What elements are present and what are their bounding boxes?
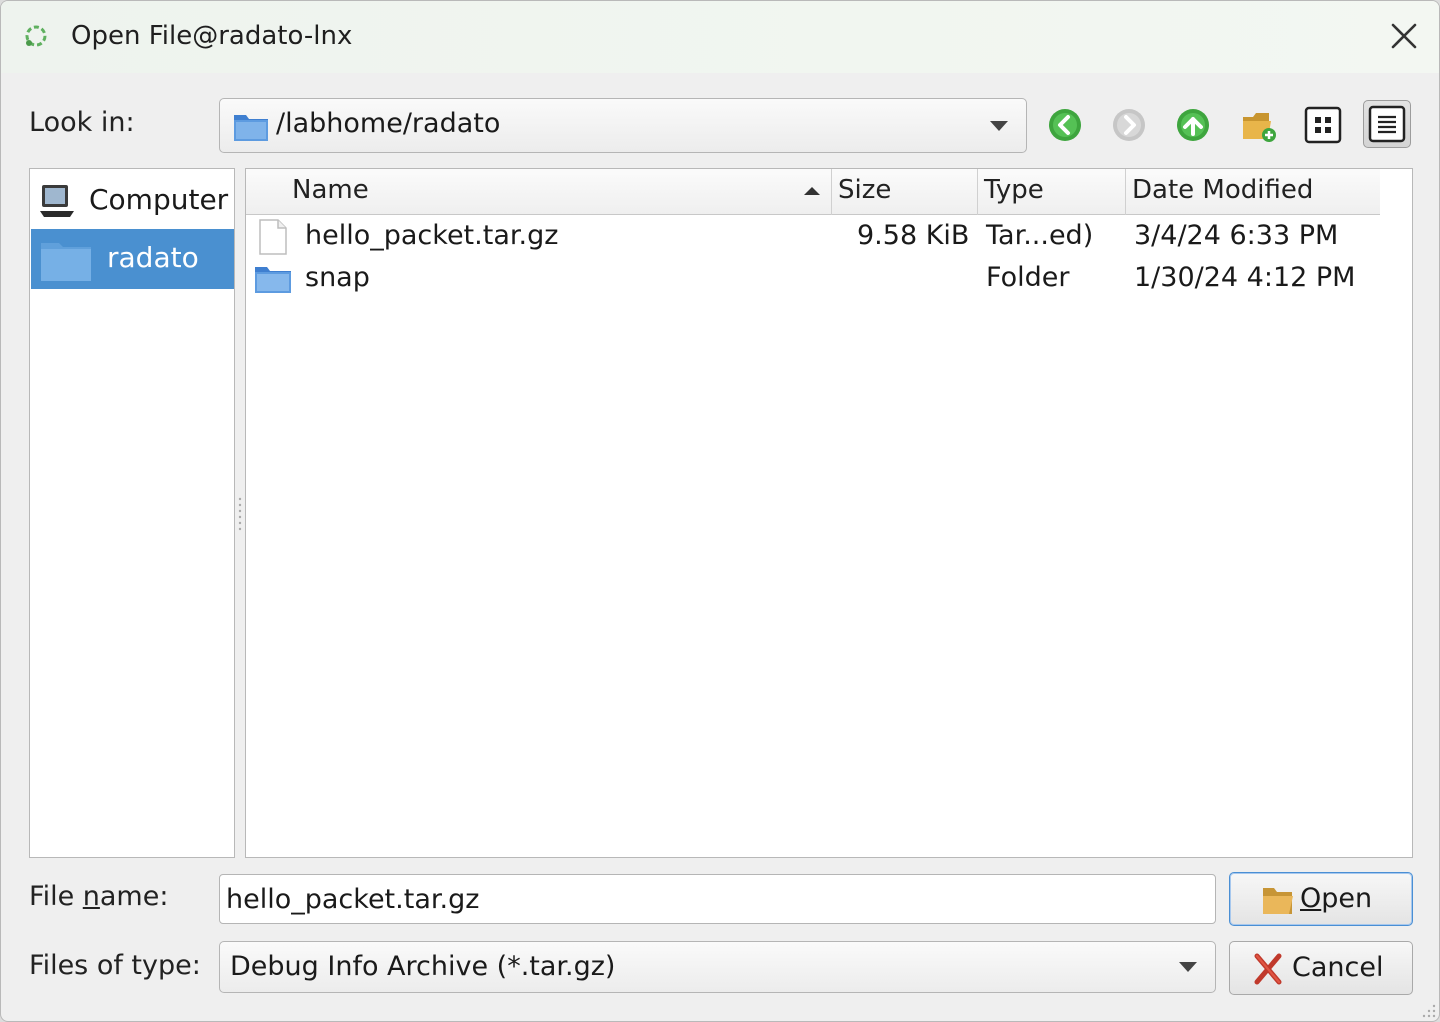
file-type: Folder — [986, 262, 1070, 293]
file-type-value: Debug Info Archive (*.tar.gz) — [230, 951, 616, 982]
folder-icon — [41, 243, 91, 281]
forward-icon — [1113, 109, 1145, 141]
file-date-modified: 3/4/24 6:33 PM — [1134, 220, 1339, 251]
file-list: Name Size Type Date Modified hello_packe… — [245, 168, 1413, 858]
title-bar: Open File@radato-lnx — [1, 1, 1439, 73]
open-folder-icon — [1263, 888, 1293, 914]
sidebar-item-label: radato — [107, 241, 199, 274]
file-size: 9.58 KiB — [857, 220, 970, 251]
open-button-label: Open — [1300, 883, 1373, 914]
folder-icon — [234, 115, 268, 141]
column-header-name[interactable]: Name — [246, 169, 832, 215]
file-icon — [259, 219, 287, 255]
open-button[interactable]: Open — [1229, 872, 1413, 926]
back-icon — [1049, 109, 1081, 141]
close-icon[interactable] — [1387, 19, 1421, 53]
app-icon — [25, 25, 47, 47]
column-header-type[interactable]: Type — [978, 169, 1126, 215]
cancel-button-label: Cancel — [1292, 952, 1384, 983]
file-list-header: Name Size Type Date Modified — [246, 169, 1380, 215]
cancel-button[interactable]: Cancel — [1229, 941, 1413, 995]
chevron-down-icon — [1179, 962, 1197, 972]
computer-icon — [40, 185, 74, 217]
splitter-handle[interactable] — [237, 495, 243, 535]
file-type-combo[interactable]: Debug Info Archive (*.tar.gz) — [219, 941, 1216, 993]
chevron-down-icon — [990, 120, 1008, 131]
sidebar-item-radato[interactable]: radato — [31, 229, 234, 289]
sort-ascending-icon — [804, 187, 820, 195]
forward-button[interactable] — [1105, 101, 1153, 149]
open-file-dialog: Open File@radato-lnx Look in: /labhome/r… — [0, 0, 1440, 1022]
file-name: hello_packet.tar.gz — [305, 220, 559, 251]
up-icon — [1177, 109, 1209, 141]
look-in-label: Look in: — [29, 107, 135, 138]
look-in-path: /labhome/radato — [276, 108, 501, 139]
file-row[interactable]: hello_packet.tar.gz 9.58 KiB Tar...ed) 3… — [247, 215, 1379, 257]
new-folder-button[interactable] — [1235, 101, 1283, 149]
file-date-modified: 1/30/24 4:12 PM — [1134, 262, 1356, 293]
file-name-input[interactable] — [226, 879, 1206, 919]
file-type-label: Files of type: — [29, 950, 201, 981]
file-type: Tar...ed) — [986, 220, 1094, 251]
resize-grip[interactable] — [1419, 1001, 1437, 1019]
detail-view-icon — [1368, 105, 1406, 143]
icon-view-icon — [1304, 106, 1342, 144]
places-sidebar: Computer radato — [29, 168, 235, 858]
file-name-field[interactable] — [219, 874, 1216, 924]
file-name: snap — [305, 262, 370, 293]
sidebar-item-computer[interactable]: Computer — [31, 171, 234, 231]
file-name-label: File name: — [29, 881, 169, 912]
window-title: Open File@radato-lnx — [71, 21, 353, 51]
cancel-icon — [1254, 953, 1282, 985]
up-button[interactable] — [1169, 101, 1217, 149]
detail-view-button[interactable] — [1363, 100, 1411, 148]
look-in-combo[interactable]: /labhome/radato — [219, 98, 1027, 153]
sidebar-item-label: Computer — [89, 183, 229, 216]
file-row[interactable]: snap Folder 1/30/24 4:12 PM — [247, 257, 1379, 299]
new-folder-icon — [1243, 113, 1276, 142]
back-button[interactable] — [1041, 101, 1089, 149]
icon-view-button[interactable] — [1299, 101, 1347, 149]
column-header-size[interactable]: Size — [832, 169, 978, 215]
folder-icon — [255, 267, 291, 293]
column-header-date-modified[interactable]: Date Modified — [1126, 169, 1380, 215]
